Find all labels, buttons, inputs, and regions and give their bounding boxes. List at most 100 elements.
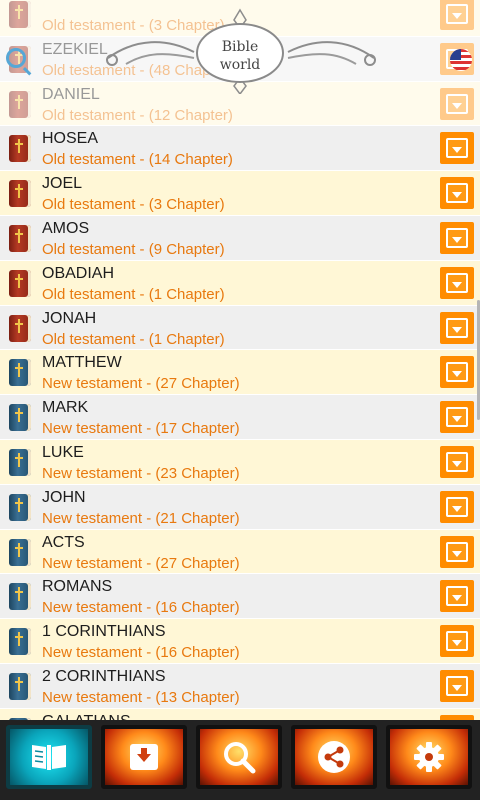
download-icon <box>446 586 468 607</box>
book-row[interactable]: 1 CORINTHIANS New testament - (16 Chapter… <box>0 619 480 664</box>
book-chapter-count: New testament - (16 Chapter) <box>42 644 240 662</box>
download-button[interactable] <box>440 535 474 568</box>
cross-icon <box>15 94 23 109</box>
book-name: OBADIAH <box>42 264 115 282</box>
book-row[interactable]: 2 CORINTHIANS New testament - (13 Chapter… <box>0 663 480 709</box>
book-chapter-count: New testament - (27 Chapter) <box>42 375 240 393</box>
download-icon <box>446 138 468 159</box>
blue-bible-icon <box>9 538 31 566</box>
book-name: ACTS <box>42 533 85 551</box>
download-button[interactable] <box>440 132 474 165</box>
search-icon <box>224 742 256 774</box>
cross-icon <box>15 5 23 19</box>
book-name: MARK <box>42 399 89 417</box>
book-chapter-count: New testament - (17 Chapter) <box>42 420 240 438</box>
download-icon <box>446 631 468 652</box>
book-chapter-count: New testament - (27 Chapter) <box>42 554 240 572</box>
download-button[interactable] <box>440 87 474 120</box>
cross-icon <box>15 273 23 288</box>
book-chapter-count: Old testament - (1 Chapter) <box>42 285 225 303</box>
tab-downloads[interactable] <box>101 725 187 789</box>
cross-icon <box>15 676 23 691</box>
bottom-toolbar <box>0 720 480 800</box>
download-button[interactable] <box>440 401 474 434</box>
open-book-icon <box>32 745 66 770</box>
book-name: HOSEA <box>42 130 99 148</box>
book-row[interactable]: EZEKIEL Old testament - (48 Chapter) <box>0 36 480 82</box>
download-icon <box>446 451 468 472</box>
tab-search[interactable] <box>196 725 282 789</box>
download-icon <box>446 541 468 562</box>
cross-icon <box>15 587 23 602</box>
book-name: JOHN <box>42 488 86 506</box>
download-button[interactable] <box>440 221 474 254</box>
tab-settings[interactable] <box>386 725 472 789</box>
book-name: 1 CORINTHIANS <box>42 623 166 641</box>
cross-icon <box>15 542 23 557</box>
download-icon <box>446 675 468 696</box>
download-button[interactable] <box>440 625 474 658</box>
book-chapter-count: Old testament - (12 Chapter) <box>42 106 233 124</box>
book-chapter-count: New testament - (21 Chapter) <box>42 509 240 527</box>
download-icon <box>446 4 468 24</box>
gear-icon <box>414 742 444 772</box>
blue-bible-icon <box>9 583 31 611</box>
red-bible-icon <box>9 224 31 252</box>
book-name: AMOS <box>42 219 90 237</box>
download-box-icon <box>130 744 158 770</box>
book-row[interactable]: LUKE New testament - (23 Chapter) <box>0 439 480 485</box>
cross-icon <box>15 408 23 423</box>
book-chapter-count: Old testament - (9 Chapter) <box>42 240 225 258</box>
book-row[interactable]: HOSEA Old testament - (14 Chapter) <box>0 126 480 172</box>
book-name: JONAH <box>42 309 97 327</box>
book-name: JOEL <box>42 175 83 193</box>
book-row[interactable]: JOEL Old testament - (3 Chapter) <box>0 171 480 216</box>
book-row[interactable]: ACTS New testament - (27 Chapter) <box>0 529 480 575</box>
download-button[interactable] <box>440 445 474 478</box>
book-chapter-count: New testament - (23 Chapter) <box>42 464 240 482</box>
red-bible-icon <box>9 90 31 118</box>
cross-icon <box>15 184 23 199</box>
download-icon <box>446 227 468 248</box>
book-chapter-count: New testament - (13 Chapter) <box>42 688 240 706</box>
download-icon <box>446 496 468 517</box>
download-button[interactable] <box>440 0 474 30</box>
cross-icon <box>15 139 23 154</box>
book-chapter-count: Old testament - (48 Chapter) <box>42 61 233 79</box>
blue-bible-icon <box>9 628 31 656</box>
download-button[interactable] <box>440 356 474 389</box>
book-row[interactable]: AMOS Old testament - (9 Chapter) <box>0 215 480 261</box>
cross-icon <box>15 318 23 333</box>
download-button[interactable] <box>440 490 474 523</box>
red-bible-icon <box>9 135 31 163</box>
blue-bible-icon <box>9 448 31 476</box>
book-row[interactable]: JONAH Old testament - (1 Chapter) <box>0 305 480 351</box>
book-row[interactable]: MATTHEW New testament - (27 Chapter) <box>0 350 480 396</box>
book-row[interactable]: MARK New testament - (17 Chapter) <box>0 395 480 440</box>
download-button[interactable] <box>440 580 474 613</box>
book-row[interactable]: DANIEL Old testament - (12 Chapter) <box>0 81 480 127</box>
download-icon <box>446 407 468 428</box>
download-button[interactable] <box>440 669 474 702</box>
book-name: MATTHEW <box>42 354 122 372</box>
book-row[interactable]: OBADIAH Old testament - (1 Chapter) <box>0 260 480 306</box>
red-bible-icon <box>9 1 31 28</box>
book-chapter-count: Old testament - (3 Chapter) <box>42 196 225 214</box>
us-flag-icon[interactable] <box>450 49 472 71</box>
book-name: EZEKIEL <box>42 40 108 58</box>
blue-bible-icon <box>9 672 31 700</box>
search-icon[interactable] <box>6 48 26 68</box>
tab-books[interactable] <box>6 725 92 789</box>
tab-share[interactable] <box>291 725 377 789</box>
book-row[interactable]: Old testament - (3 Chapter) <box>0 0 480 37</box>
book-row[interactable]: JOHN New testament - (21 Chapter) <box>0 484 480 530</box>
share-icon <box>318 741 350 773</box>
cross-icon <box>15 632 23 647</box>
cross-icon <box>15 228 23 243</box>
cross-icon <box>15 363 23 378</box>
book-chapter-count: New testament - (16 Chapter) <box>42 599 240 617</box>
download-button[interactable] <box>440 266 474 299</box>
book-row[interactable]: ROMANS New testament - (16 Chapter) <box>0 574 480 620</box>
download-button[interactable] <box>440 311 474 344</box>
download-button[interactable] <box>440 177 474 210</box>
